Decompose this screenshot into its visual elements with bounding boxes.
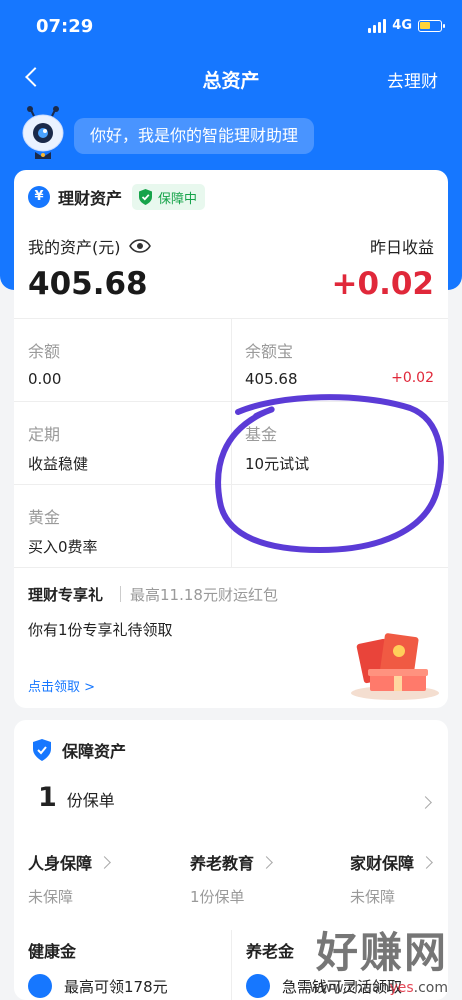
insurance-card: 保障资产 1 份保单 人身保障 未保障 养老教育 1份保单 家财保障 未保障 健…: [14, 720, 448, 1000]
cell-label: 余额: [28, 342, 61, 361]
cell-fund[interactable]: 基金 10元试试: [231, 401, 448, 484]
cell-value: 10元试试: [245, 455, 310, 473]
health-fund-label: 健康金: [28, 942, 77, 961]
cell-value: 买入0费率: [28, 538, 98, 556]
status-badge: 保障中: [132, 184, 206, 210]
battery-icon: [418, 19, 445, 32]
nav-bar: 总资产 去理财: [0, 56, 462, 100]
promo-title: 理财专享礼: [28, 586, 104, 604]
status-icons: 4G: [368, 18, 445, 33]
yesterday-income-value: +0.02: [331, 266, 434, 302]
chevron-right-icon: [420, 855, 433, 869]
signal-icon: [368, 18, 387, 33]
pension-fund[interactable]: 养老金 急需钱可灵活领取: [246, 938, 402, 998]
wealth-header: ¥ 理财资产 保障中: [28, 184, 206, 210]
yesterday-label: 昨日收益: [369, 238, 434, 257]
insurance-item-value: 未保障: [350, 888, 396, 906]
wealth-card: ¥ 理财资产 保障中 我的资产(元) 昨日收益 405.68 +0.02 余额 …: [14, 170, 448, 708]
total-assets-value: 405.68: [28, 266, 148, 302]
eye-icon[interactable]: [128, 239, 151, 253]
go-invest-button[interactable]: 去理财: [387, 67, 438, 92]
cell-label: 基金: [245, 425, 278, 444]
promo-subtitle: 最高11.18元财运红包: [130, 586, 278, 604]
promo-claim-link[interactable]: 点击领取 >: [28, 676, 95, 695]
divider: [231, 930, 232, 1000]
insurance-item-pension-education[interactable]: 养老教育 1份保单: [190, 850, 273, 907]
insurance-item-value: 未保障: [28, 888, 74, 906]
cell-balance[interactable]: 余额 0.00: [14, 318, 231, 401]
cell-label: 余额宝: [245, 342, 294, 361]
policy-count-number: 1: [38, 782, 57, 813]
gift-icon: [351, 633, 439, 700]
cell-fixed-term[interactable]: 定期 收益稳健: [14, 401, 231, 484]
cell-label: 黄金: [28, 508, 61, 527]
health-fund-value: 最高可领178元: [64, 977, 168, 996]
pension-icon: [246, 974, 270, 998]
insurance-item-label: 家财保障: [350, 854, 415, 873]
status-time: 07:29: [36, 16, 94, 37]
insurance-title: 保障资产: [62, 742, 127, 761]
health-fund[interactable]: 健康金 最高可领178元: [28, 938, 168, 998]
chevron-right-icon: [98, 855, 111, 869]
insurance-header: 保障资产: [32, 738, 126, 762]
assets-label: 我的资产(元): [28, 238, 121, 257]
assistant-row[interactable]: 你好，我是你的智能理财助理: [18, 106, 448, 162]
shield-icon: [33, 739, 51, 761]
pension-fund-label: 养老金: [246, 942, 295, 961]
status-bar: 07:29 4G: [0, 0, 462, 52]
badge-label: 保障中: [158, 191, 198, 207]
chevron-right-icon[interactable]: [419, 796, 432, 809]
cell-label: 定期: [28, 425, 61, 444]
shield-check-icon: [139, 189, 153, 205]
cell-yuebao[interactable]: 余额宝 405.68 +0.02: [231, 318, 448, 401]
insurance-item-property[interactable]: 家财保障 未保障: [350, 850, 433, 907]
insurance-item-label: 养老教育: [190, 854, 255, 873]
wealth-title: 理财资产: [58, 189, 123, 208]
heart-icon: [28, 974, 52, 998]
cell-value: 0.00: [28, 370, 62, 388]
promo-banner[interactable]: 理财专享礼 最高11.18元财运红包 你有1份专享礼待领取 点击领取 >: [14, 567, 448, 708]
cell-value: 405.68: [245, 370, 298, 388]
cell-gold[interactable]: 黄金 买入0费率: [14, 484, 231, 567]
network-label: 4G: [392, 18, 412, 33]
pension-fund-value: 急需钱可灵活领取: [282, 977, 403, 996]
policy-count[interactable]: 1 份保单: [38, 782, 115, 813]
yen-icon: ¥: [28, 186, 50, 208]
cell-value: 收益稳健: [28, 455, 89, 473]
insurance-item-label: 人身保障: [28, 854, 93, 873]
policy-count-unit: 份保单: [66, 791, 115, 810]
chevron-right-icon: [260, 855, 273, 869]
promo-description: 你有1份专享礼待领取: [28, 621, 173, 639]
insurance-item-value: 1份保单: [190, 888, 245, 906]
assistant-greeting[interactable]: 你好，我是你的智能理财助理: [74, 118, 315, 154]
divider: [120, 586, 121, 602]
assets-label-row: 我的资产(元): [28, 234, 151, 258]
insurance-item-life[interactable]: 人身保障 未保障: [28, 850, 111, 907]
cell-delta: +0.02: [391, 370, 434, 386]
robot-icon[interactable]: [18, 106, 68, 162]
